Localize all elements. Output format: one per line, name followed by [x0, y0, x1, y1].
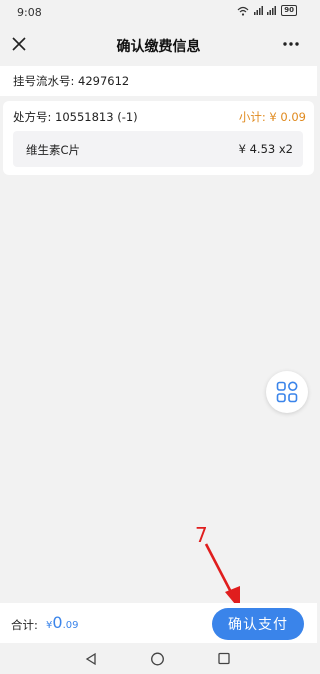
status-icons: 90: [237, 5, 297, 16]
list-item: 维生素C片 ¥ 4.53 x2: [13, 131, 303, 167]
item-price: ¥ 4.53 x2: [238, 142, 293, 156]
total-label: 合计:: [11, 618, 38, 632]
item-name: 维生素C片: [26, 143, 81, 157]
prescription-number: 处方号: 10551813 (-1): [13, 110, 138, 124]
wifi-icon: [237, 6, 249, 16]
annotation-arrow: [204, 543, 240, 610]
registration-number: 挂号流水号: 4297612: [13, 74, 130, 88]
apps-grid-icon: [276, 381, 298, 403]
system-nav-bar: [0, 643, 317, 674]
back-triangle-icon[interactable]: [84, 652, 98, 666]
registration-card: 挂号流水号: 4297612: [0, 66, 317, 96]
footer-bar: 合计: ¥0.09 确认支付: [0, 603, 317, 643]
battery-icon: 90: [281, 5, 297, 16]
page-title: 确认缴费信息: [116, 39, 201, 55]
status-time: 9:08: [17, 6, 42, 19]
prescription-subtotal: 小计: ¥ 0.09: [238, 110, 306, 124]
nav-bar: 确认缴费信息: [0, 26, 317, 64]
status-bar: 9:08 90: [0, 0, 317, 26]
total-decimal: .09: [62, 620, 79, 631]
signal-icon: [254, 6, 277, 15]
recent-square-icon[interactable]: [217, 652, 231, 666]
confirm-pay-button[interactable]: 确认支付: [212, 608, 304, 640]
total-integer: 0: [52, 613, 63, 632]
more-icon[interactable]: [281, 36, 301, 52]
home-circle-icon[interactable]: [150, 652, 165, 667]
apps-float-button[interactable]: [266, 371, 308, 413]
total-amount: ¥0.09: [46, 613, 78, 632]
prescription-card: 处方号: 10551813 (-1) 小计: ¥ 0.09 维生素C片 ¥ 4.…: [3, 101, 314, 175]
